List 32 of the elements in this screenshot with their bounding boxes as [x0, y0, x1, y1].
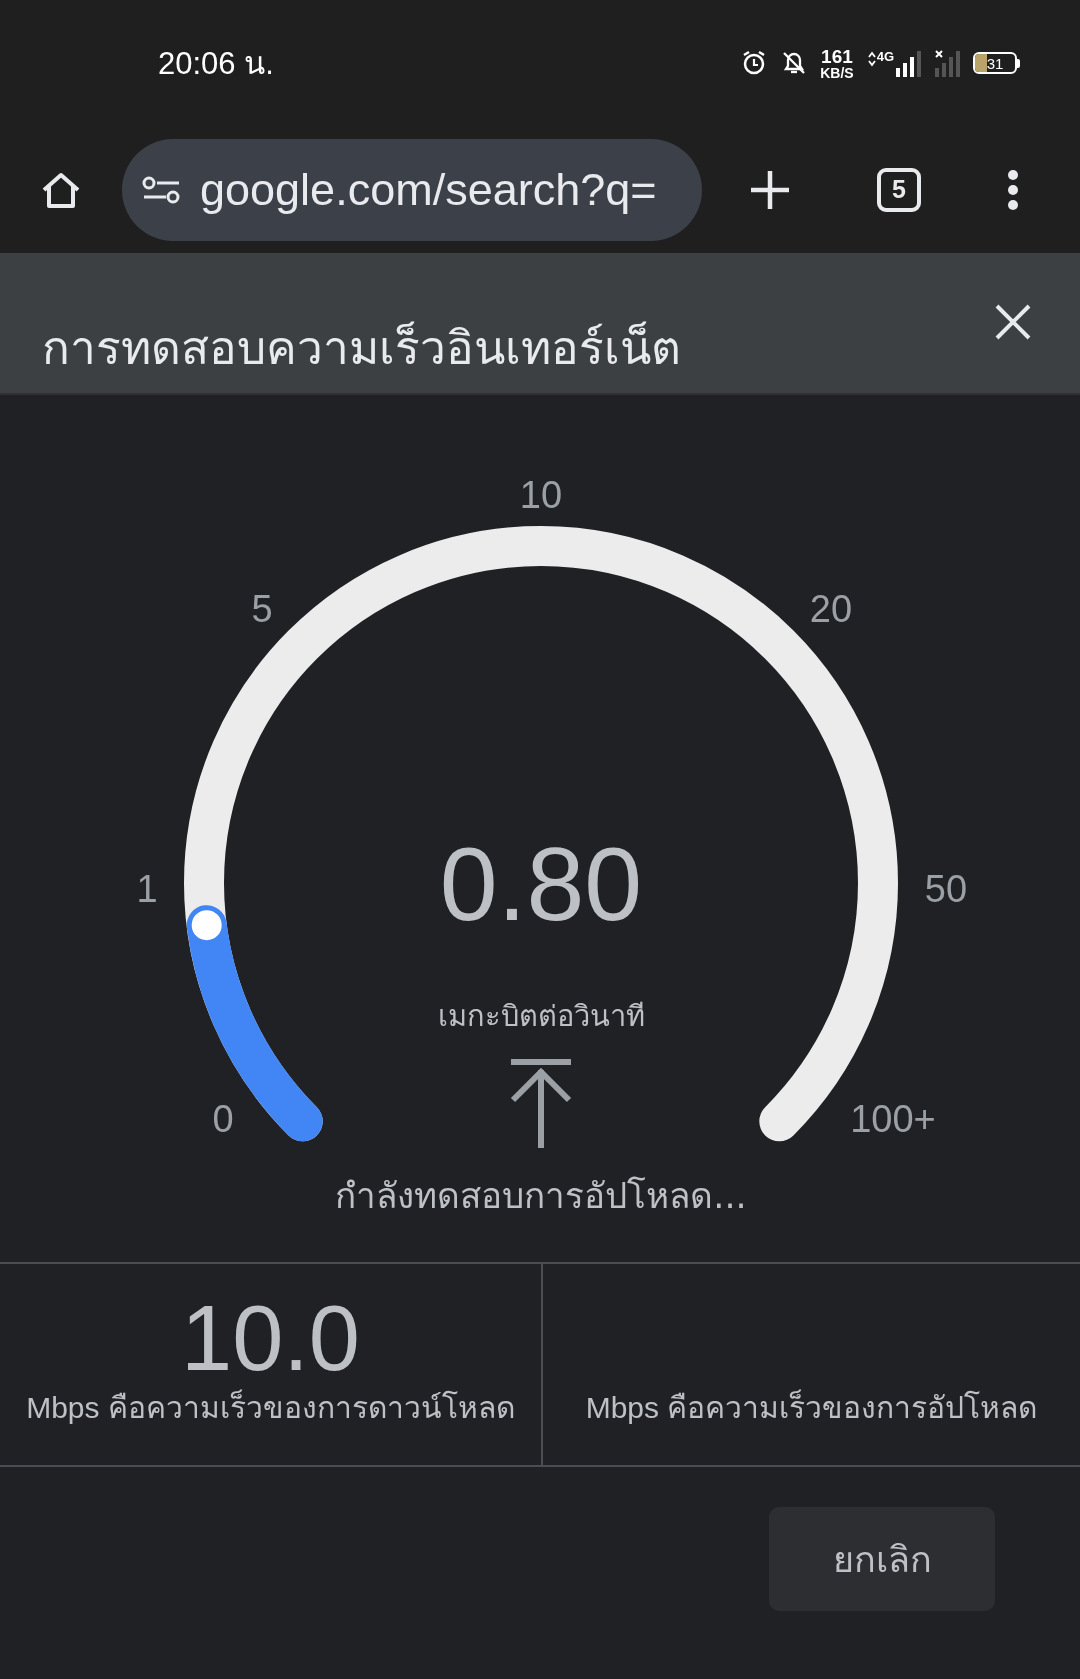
network-speed-unit: KB/S — [820, 65, 854, 80]
more-menu-icon[interactable] — [1007, 168, 1019, 211]
clock-time: 20:06 น. — [158, 45, 274, 83]
speed-result: 10.0 — [180, 1292, 361, 1384]
battery-charge-fill — [975, 54, 987, 72]
result-label: Mbps คือความเร็วของการอัปโหลด — [585, 1388, 1038, 1426]
result-label: Mbps คือความเร็วของการดาวน์โหลด — [26, 1388, 515, 1426]
scale-label: 100+ — [850, 1098, 936, 1140]
network-speed-value: 161 — [821, 46, 853, 66]
new-tab-icon[interactable] — [749, 168, 791, 211]
scale-label: 0 — [212, 1098, 234, 1140]
tab-switcher-button[interactable]: 5 — [877, 167, 921, 212]
scale-label: 5 — [251, 588, 273, 630]
signal-icon — [895, 49, 922, 77]
scale-label: 20 — [809, 588, 853, 630]
speed-unit: เมกะบิตต่อวินาที — [437, 999, 645, 1033]
speed-reading: 0.80 — [439, 826, 643, 942]
scale-label: 10 — [519, 474, 563, 516]
data-arrows-icon — [865, 49, 876, 67]
site-settings-icon[interactable] — [142, 175, 182, 204]
address-bar[interactable]: google.com/search?q= — [122, 138, 702, 241]
battery-level: 31 — [986, 54, 1004, 72]
scale-label: 50 — [924, 868, 968, 910]
url-text: google.com/search?q= — [200, 163, 657, 216]
test-status: กำลังทดสอบการอัปโหลด... — [335, 1176, 747, 1216]
upload-arrow-icon — [508, 1059, 574, 1151]
network-type: 4G — [876, 49, 894, 64]
no-signal-icon — [934, 49, 961, 77]
scale-label: 1 — [136, 868, 158, 910]
cancel-button[interactable]: ยกเลิก — [769, 1507, 995, 1611]
panel-title: การทดสอบความเร็วอินเทอร์เน็ต — [42, 320, 681, 376]
close-icon[interactable] — [994, 303, 1032, 341]
